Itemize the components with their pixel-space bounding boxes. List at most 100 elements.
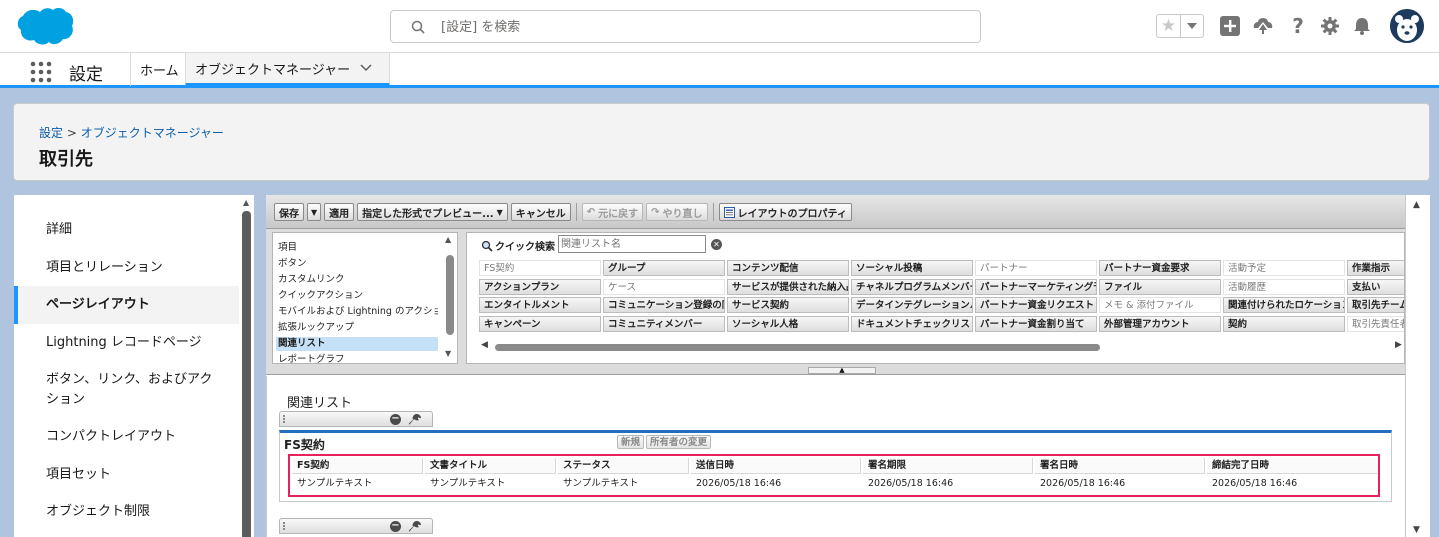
quick-find-input[interactable] xyxy=(558,235,706,253)
related-list-handle[interactable]: − xyxy=(279,411,433,427)
favorites-dropdown-icon[interactable] xyxy=(1181,15,1203,37)
new-button[interactable]: 新規 xyxy=(617,435,645,449)
related-list-fs-contract[interactable]: FS契約 新規 所有者の変更 FS契約 文書タイトル ステータス 送信日時 署名… xyxy=(279,430,1392,502)
wrench-icon[interactable] xyxy=(408,413,422,427)
sidebar-item-buttons-links-actions-cont[interactable]: ション xyxy=(14,390,239,410)
sidebar-item-lightning-record-pages[interactable]: Lightning レコードページ xyxy=(14,333,239,353)
favorites-star-icon[interactable]: ★ xyxy=(1157,15,1181,37)
sidebar-item-object-limits[interactable]: オブジェクト制限 xyxy=(14,502,239,522)
category-fields[interactable]: 項目 xyxy=(276,241,438,255)
palette-item[interactable]: ソーシャル投稿 xyxy=(851,260,973,276)
palette-item[interactable]: エンタイトルメント xyxy=(479,297,601,313)
redo-button[interactable]: ↷ やり直し xyxy=(646,203,708,221)
avatar[interactable] xyxy=(1390,9,1424,43)
palette-item[interactable]: 支払い xyxy=(1347,278,1404,295)
category-scrollbar[interactable]: ▲ ▼ xyxy=(443,235,457,361)
apply-button[interactable]: 適用 xyxy=(324,203,355,221)
category-buttons[interactable]: ボタン xyxy=(276,257,438,271)
column-header[interactable]: 送信日時 xyxy=(691,458,861,474)
chevron-down-icon[interactable] xyxy=(360,62,372,74)
save-dropdown-button[interactable]: ▼ xyxy=(307,203,322,221)
salesforce-logo[interactable] xyxy=(16,6,74,46)
palette-item[interactable]: コミュニケーション登録の同意 xyxy=(603,297,725,313)
wrench-icon[interactable] xyxy=(408,520,422,534)
palette-item[interactable]: サービスが提供された納入品 xyxy=(727,278,849,295)
app-launcher-icon[interactable] xyxy=(30,61,52,83)
palette-item[interactable]: ソーシャル人格 xyxy=(727,315,849,332)
palette-item[interactable]: データインテグレーションルール xyxy=(851,297,973,313)
global-search[interactable] xyxy=(390,10,981,43)
clear-icon[interactable]: ✕ xyxy=(711,239,722,250)
related-list-handle[interactable]: − xyxy=(279,518,433,534)
help-icon[interactable]: ? xyxy=(1286,14,1310,38)
sidebar-scroll-thumb[interactable] xyxy=(242,211,251,537)
palette-item[interactable]: キャンペーン xyxy=(479,315,601,332)
scroll-left-icon[interactable]: ◀ xyxy=(481,340,488,350)
preview-as-button[interactable]: 指定した形式でプレビュー... ▼ xyxy=(357,203,508,221)
palette-horizontal-scrollbar[interactable]: ◀ ▶ xyxy=(481,340,1402,352)
column-header[interactable]: FS契約 xyxy=(292,458,423,474)
category-mobile-lightning-actions[interactable]: モバイルおよび Lightning のアクション xyxy=(276,305,438,319)
breadcrumb-setup[interactable]: 設定 xyxy=(39,126,63,140)
scroll-up-icon[interactable]: ▲ xyxy=(445,235,451,244)
sidebar-item-details[interactable]: 詳細 xyxy=(14,220,239,240)
nav-tab-home[interactable]: ホーム xyxy=(130,53,185,86)
palette-item[interactable]: ケース xyxy=(603,278,725,295)
sidebar-scrollbar[interactable]: ▲ xyxy=(241,195,254,537)
breadcrumb-object-manager[interactable]: オブジェクトマネージャー xyxy=(81,126,224,140)
palette-item[interactable]: FS契約 xyxy=(479,260,601,276)
palette-item[interactable]: 関連付けられたロケーション xyxy=(1223,297,1345,313)
palette-item[interactable]: 契約 xyxy=(1223,315,1345,332)
palette-item[interactable]: 作業指示 xyxy=(1347,260,1404,276)
palette-item[interactable]: メモ & 添付ファイル xyxy=(1099,297,1221,313)
palette-item[interactable]: ファイル xyxy=(1099,278,1221,295)
undo-button[interactable]: ↶ 元に戻す xyxy=(581,203,644,221)
column-header[interactable]: 署名日時 xyxy=(1035,458,1205,474)
setup-gear-icon[interactable] xyxy=(1318,14,1342,38)
sidebar-item-buttons-links-actions[interactable]: ボタン、リンク、およびアク xyxy=(14,370,239,390)
scroll-down-icon[interactable]: ▼ xyxy=(445,349,451,358)
column-header[interactable]: ステータス xyxy=(558,458,689,474)
remove-icon[interactable]: − xyxy=(390,521,401,532)
sidebar-item-field-sets[interactable]: 項目セット xyxy=(14,465,239,485)
palette-item[interactable]: アクションプラン xyxy=(479,278,601,295)
related-list-table[interactable]: FS契約 文書タイトル ステータス 送信日時 署名期限 署名日時 締結完了日時 … xyxy=(288,454,1380,497)
category-related-lists[interactable]: 関連リスト xyxy=(276,337,438,351)
category-report-charts[interactable]: レポートグラフ xyxy=(276,353,438,364)
scroll-up-icon[interactable]: ▲ xyxy=(243,198,249,207)
column-header[interactable]: 署名期限 xyxy=(863,458,1033,474)
palette-item[interactable]: サービス契約 xyxy=(727,297,849,313)
column-header[interactable]: 締結完了日時 xyxy=(1207,458,1377,474)
nav-tab-object-manager[interactable]: オブジェクトマネージャー xyxy=(185,53,390,86)
palette-splitter[interactable]: ▲ xyxy=(266,367,1405,375)
palette-item[interactable]: パートナー資金リクエスト xyxy=(975,297,1097,313)
category-custom-links[interactable]: カスタムリンク xyxy=(276,273,438,287)
category-quick-actions[interactable]: クイックアクション xyxy=(276,289,438,303)
notifications-bell-icon[interactable] xyxy=(1350,14,1374,38)
palette-item[interactable]: 活動予定 xyxy=(1223,260,1345,276)
collapse-palette-handle[interactable]: ▲ xyxy=(808,367,876,374)
global-create-icon[interactable] xyxy=(1218,14,1242,38)
sidebar-item-page-layouts[interactable]: ページレイアウト xyxy=(14,286,239,324)
editor-scrollbar[interactable]: ▲ ▼ xyxy=(1405,195,1430,537)
remove-icon[interactable]: − xyxy=(390,414,401,425)
search-input[interactable] xyxy=(441,17,961,37)
palette-item[interactable]: ドキュメントチェックリスト項目 xyxy=(851,315,973,332)
palette-item[interactable]: コンテンツ配信 xyxy=(727,260,849,276)
drag-handle-icon[interactable] xyxy=(283,415,286,423)
palette-item[interactable]: 取引先チーム xyxy=(1347,297,1404,313)
cancel-button[interactable]: キャンセル xyxy=(510,203,571,221)
change-owner-button[interactable]: 所有者の変更 xyxy=(646,435,712,449)
scroll-right-icon[interactable]: ▶ xyxy=(1395,340,1402,350)
scroll-up-icon[interactable]: ▲ xyxy=(1413,200,1420,210)
save-button[interactable]: 保存 xyxy=(274,203,304,221)
palette-item[interactable]: グループ xyxy=(603,260,725,276)
trailhead-icon[interactable] xyxy=(1251,14,1275,38)
palette-item[interactable]: パートナー資金要求 xyxy=(1099,260,1221,276)
palette-item[interactable]: コミュニティメンバー xyxy=(603,315,725,332)
category-expanded-lookups[interactable]: 拡張ルックアップ xyxy=(276,321,438,335)
palette-item[interactable]: パートナーマーケティング予算 xyxy=(975,278,1097,295)
palette-item[interactable]: パートナー xyxy=(975,260,1097,276)
palette-scroll-thumb[interactable] xyxy=(495,344,1100,351)
sidebar-item-compact-layouts[interactable]: コンパクトレイアウト xyxy=(14,427,239,447)
